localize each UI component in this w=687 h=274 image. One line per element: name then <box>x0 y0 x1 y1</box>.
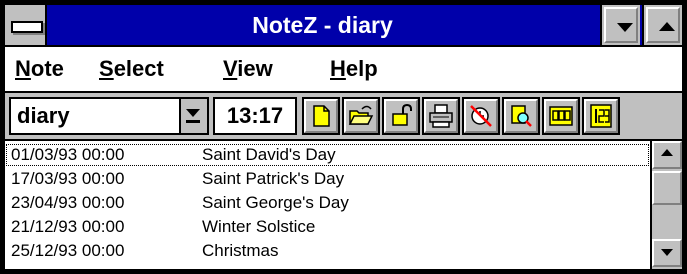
entry-datetime: 01/03/93 00:00 <box>11 145 125 164</box>
abc-sort-icon <box>549 106 573 126</box>
maximize-arrow-icon <box>659 22 675 31</box>
menu-note[interactable]: Note <box>15 47 64 91</box>
alarm-button[interactable] <box>462 97 500 135</box>
entry-title: Saint Patrick's Day <box>202 169 345 188</box>
chevron-down-icon <box>186 109 200 117</box>
print-button[interactable] <box>422 97 460 135</box>
dropdown-underline <box>186 120 200 123</box>
list-item[interactable]: 21/12/93 00:00 Winter Solstice <box>5 215 650 239</box>
alarm-clock-icon <box>470 105 492 127</box>
menu-select-label: elect <box>113 56 164 81</box>
note-selector-dropdown-button[interactable] <box>179 99 207 133</box>
window-title: NoteZ - diary <box>252 12 393 38</box>
menu-help-label: elp <box>345 56 378 81</box>
menu-select-mnemonic: S <box>99 56 114 81</box>
note-selector-value: diary <box>17 103 70 128</box>
arrow-down-icon <box>661 249 673 256</box>
unlock-icon <box>392 103 412 126</box>
printer-icon <box>429 104 453 128</box>
entry-title: Winter Solstice <box>202 217 316 236</box>
list-item[interactable]: 17/03/93 00:00 Saint Patrick's Day <box>5 167 650 191</box>
list-item[interactable]: 25/12/93 00:00 Christmas <box>5 239 650 263</box>
clock-display: 13:17 <box>213 97 297 135</box>
vertical-scrollbar[interactable] <box>650 141 682 269</box>
arrow-up-icon <box>661 149 673 156</box>
entry-datetime: 21/12/93 00:00 <box>11 217 125 236</box>
entry-title: Saint David's Day <box>202 145 336 164</box>
new-note-button[interactable] <box>302 97 340 135</box>
menu-bar: Note Select View Help <box>5 47 682 93</box>
open-note-button[interactable] <box>342 97 380 135</box>
minimize-arrow-icon <box>617 23 633 32</box>
title-bar[interactable]: NoteZ - diary <box>5 5 682 47</box>
lock-toggle-button[interactable] <box>382 97 420 135</box>
menu-help-mnemonic: H <box>330 56 346 81</box>
diary-entry-list[interactable]: 01/03/93 00:00 Saint David's Day 17/03/9… <box>5 141 650 269</box>
maximize-button[interactable] <box>642 5 682 45</box>
minimize-button[interactable] <box>600 5 640 45</box>
open-folder-icon <box>348 105 374 125</box>
list-item[interactable]: 01/03/93 00:00 Saint David's Day <box>5 143 650 167</box>
menu-note-mnemonic: N <box>15 56 31 81</box>
123-sort-icon <box>590 104 612 128</box>
menu-help[interactable]: Help <box>330 47 378 91</box>
new-note-icon <box>313 105 330 127</box>
entry-datetime: 23/04/93 00:00 <box>11 193 125 212</box>
entry-datetime: 17/03/93 00:00 <box>11 169 125 188</box>
system-menu-button[interactable] <box>5 5 47 45</box>
list-item[interactable]: 23/04/93 00:00 Saint George's Day <box>5 191 650 215</box>
entry-title: Saint George's Day <box>202 193 349 212</box>
system-menu-icon <box>11 21 43 33</box>
menu-view-label: iew <box>237 56 273 81</box>
menu-view-mnemonic: V <box>223 56 238 81</box>
toolbar: diary 13:17 <box>5 93 682 141</box>
scroll-thumb[interactable] <box>652 171 682 205</box>
sort-alpha-button[interactable] <box>542 97 580 135</box>
entry-datetime: 25/12/93 00:00 <box>11 241 125 260</box>
notez-window: NoteZ - diary Note Select View Help diar… <box>0 0 687 274</box>
menu-select[interactable]: Select <box>99 47 164 91</box>
entry-title: Christmas <box>202 241 279 260</box>
find-note-button[interactable] <box>502 97 540 135</box>
menu-view[interactable]: View <box>223 47 273 91</box>
search-note-icon <box>511 105 532 127</box>
note-selector-combo[interactable]: diary <box>9 97 209 135</box>
menu-note-label: ote <box>30 56 64 81</box>
scroll-down-button[interactable] <box>652 239 682 267</box>
sort-numeric-button[interactable] <box>582 97 620 135</box>
scroll-up-button[interactable] <box>652 141 682 169</box>
